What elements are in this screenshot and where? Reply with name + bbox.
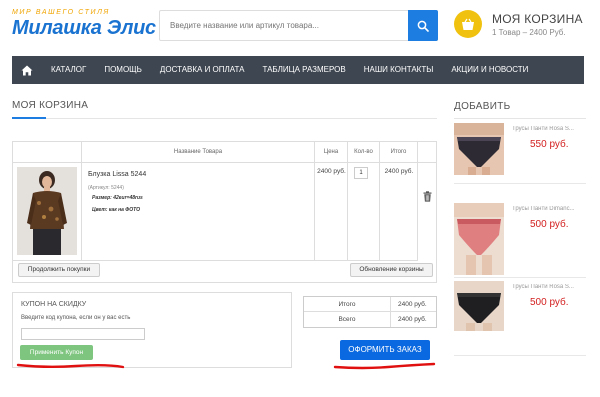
- sidebar-product-image-2[interactable]: [454, 203, 504, 275]
- total-value: 2400 руб.: [398, 316, 427, 323]
- checkout-button[interactable]: ОФОРМИТЬ ЗАКАЗ: [340, 340, 430, 360]
- nav-home[interactable]: [12, 56, 42, 84]
- nav-item-catalog[interactable]: КАТАЛОГ: [42, 56, 95, 84]
- subtotal-value: 2400 руб.: [398, 301, 427, 308]
- col-total-header: Итого: [380, 142, 418, 163]
- coupon-hint: Введите код купона, если он у вас есть: [21, 315, 131, 321]
- product-total: 2400 руб.: [384, 168, 414, 175]
- sidebar-divider-2: [454, 277, 586, 278]
- product-size: Размер: 42eur=48rus: [92, 195, 143, 201]
- nav-item-help[interactable]: ПОМОЩЬ: [95, 56, 151, 84]
- cart-button[interactable]: [454, 10, 482, 38]
- nav-item-promotions[interactable]: АКЦИИ И НОВОСТИ: [442, 56, 537, 84]
- red-underline-coupon: [16, 363, 125, 369]
- nav-item-contacts[interactable]: НАШИ КОНТАКТЫ: [355, 56, 443, 84]
- search-icon: [417, 20, 429, 32]
- product-color: Цвет: как на ФОТО: [92, 207, 140, 213]
- sidebar-product-price-3: 500 руб.: [530, 297, 569, 308]
- sidebar-divider-3: [454, 355, 586, 356]
- product-total-cell: [380, 163, 418, 261]
- product-image[interactable]: [17, 167, 77, 255]
- col-name-header: Название Товара: [82, 142, 315, 163]
- remove-item-button[interactable]: [423, 189, 432, 207]
- sidebar-divider-1: [454, 183, 586, 184]
- product-price-cell: [315, 163, 348, 261]
- red-underline-checkout: [333, 362, 436, 370]
- total-row: Всего 2400 руб.: [304, 312, 436, 327]
- sidebar-product-name-2[interactable]: Трусы Панти Dimanc...: [512, 206, 586, 212]
- panties-photo: [454, 203, 504, 275]
- sidebar-product-name-1[interactable]: Трусы Панти Rosa S...: [512, 126, 586, 132]
- col-price-header: Цена: [315, 142, 348, 163]
- apply-coupon-button[interactable]: Применить Купон: [20, 345, 93, 360]
- sidebar-product-name-3[interactable]: Трусы Панти Rosa S...: [512, 284, 586, 290]
- sidebar-product-image-3[interactable]: [454, 281, 504, 331]
- product-price: 2400 руб.: [317, 168, 346, 175]
- logo-name: Милашка Элис: [12, 17, 156, 39]
- logo-tagline: МИР ВАШЕГО СТИЛЯ: [12, 9, 110, 16]
- subtotal-label: Итого: [304, 297, 391, 312]
- sidebar-divider: [454, 118, 586, 119]
- main-nav: КАТАЛОГ ПОМОЩЬ ДОСТАВКА И ОПЛАТА ТАБЛИЦА…: [12, 56, 584, 84]
- panties-photo: [454, 281, 504, 331]
- totals-table: Итого 2400 руб. Всего 2400 руб.: [303, 296, 437, 328]
- cart-table: Название Товара Цена Кол-во Итого Блузка…: [12, 141, 437, 283]
- product-name[interactable]: Блузка Lissa 5244: [88, 171, 146, 178]
- col-qty-header: Кол-во: [348, 142, 380, 163]
- nav-item-size-table[interactable]: ТАБЛИЦА РАЗМЕРОВ: [253, 56, 354, 84]
- shopping-basket-icon: [462, 18, 474, 30]
- trash-icon: [423, 191, 432, 202]
- nav-item-delivery[interactable]: ДОСТАВКА И ОПЛАТА: [151, 56, 254, 84]
- home-icon: [21, 65, 33, 75]
- table-row: [13, 163, 82, 261]
- site-logo[interactable]: МИР ВАШЕГО СТИЛЯ Милашка Элис: [12, 9, 156, 41]
- page-title: МОЯ КОРЗИНА: [12, 100, 89, 111]
- sidebar-product-price-1: 550 руб.: [530, 139, 569, 150]
- continue-shopping-button[interactable]: Продолжить покупки: [18, 263, 100, 277]
- search-button[interactable]: [408, 10, 438, 41]
- sidebar-title: ДОБАВИТЬ: [454, 101, 511, 112]
- coupon-code-input[interactable]: [21, 328, 145, 340]
- header-cart-summary[interactable]: 1 Товар – 2400 Руб.: [492, 28, 566, 37]
- search-input[interactable]: [160, 11, 408, 40]
- blouse-model-photo: [17, 167, 77, 255]
- update-cart-button[interactable]: Обновление корзины: [350, 263, 433, 277]
- panties-photo: [454, 123, 504, 175]
- search-bar: [159, 10, 438, 41]
- col-image-header: [13, 142, 82, 163]
- product-article: (Артикул: 5244): [88, 185, 124, 191]
- sidebar-product-image-1[interactable]: [454, 123, 504, 175]
- col-remove-header: [418, 142, 436, 163]
- sidebar-product-price-2: 500 руб.: [530, 219, 569, 230]
- header-cart-title[interactable]: МОЯ КОРЗИНА: [492, 12, 583, 26]
- quantity-input[interactable]: 1: [354, 167, 368, 179]
- total-label: Всего: [304, 312, 391, 327]
- coupon-panel: КУПОН НА СКИДКУ Введите код купона, если…: [12, 292, 292, 368]
- title-accent: [12, 117, 46, 119]
- title-divider: [12, 118, 437, 119]
- coupon-title: КУПОН НА СКИДКУ: [21, 301, 87, 308]
- subtotal-row: Итого 2400 руб.: [304, 297, 436, 312]
